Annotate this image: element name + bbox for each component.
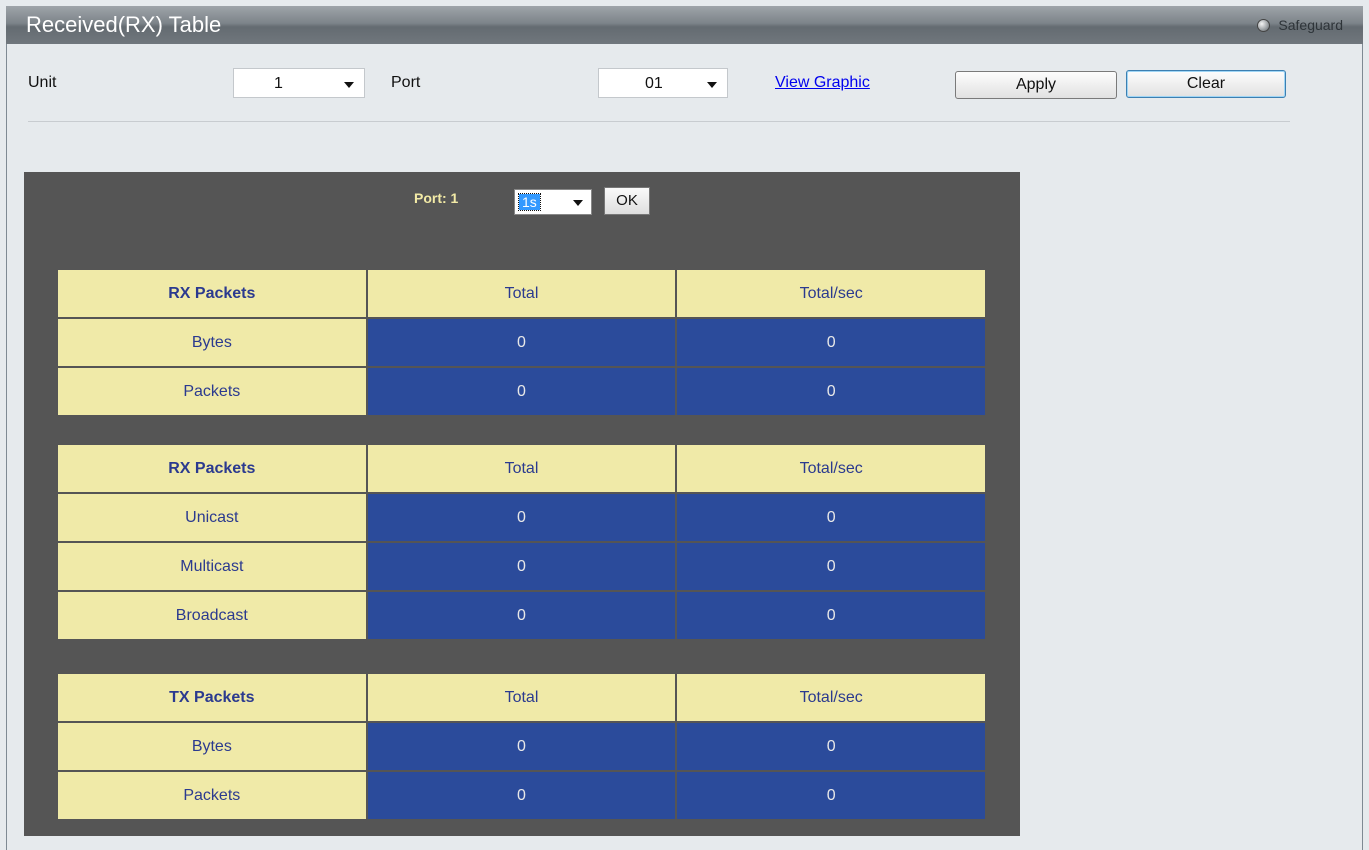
refresh-interval-select[interactable]: 1s	[514, 189, 592, 215]
chevron-down-icon	[344, 82, 354, 88]
tx-table: TX Packets Total Total/sec Bytes 0 0 Pac…	[56, 672, 987, 821]
page-title: Received(RX) Table	[26, 12, 222, 37]
per-sec-value: 0	[677, 543, 985, 590]
total-value: 0	[367, 772, 676, 819]
row-label: Unicast	[58, 494, 366, 541]
title-bar: Received(RX) Table Safeguard	[6, 6, 1363, 44]
column-header: Total	[367, 445, 676, 492]
table-header-row: RX Packets Total Total/sec	[58, 270, 985, 317]
table-row: Packets 0 0	[58, 772, 985, 819]
table-header-row: RX Packets Total Total/sec	[58, 445, 985, 492]
apply-button[interactable]: Apply	[955, 71, 1117, 99]
statistics-panel: Port: 1 1s OK RX Packets Total Total/sec…	[24, 172, 1020, 836]
table-header-row: TX Packets Total Total/sec	[58, 674, 985, 721]
table-row: Multicast 0 0	[58, 543, 985, 590]
row-label: Multicast	[58, 543, 366, 590]
status-dot-icon	[1257, 18, 1271, 32]
column-header: Total/sec	[677, 674, 985, 721]
total-value: 0	[367, 319, 676, 366]
unit-select[interactable]: 1	[233, 68, 365, 98]
port-select-value: 01	[645, 75, 663, 92]
row-label: Packets	[58, 368, 366, 415]
total-value: 0	[367, 592, 676, 639]
row-label: Bytes	[58, 319, 366, 366]
column-header: Total/sec	[677, 445, 985, 492]
row-label: Bytes	[58, 723, 366, 770]
column-header: TX Packets	[58, 674, 366, 721]
panel-port-label: Port: 1	[414, 190, 459, 206]
table-row: Bytes 0 0	[58, 723, 985, 770]
view-graphic-link[interactable]: View Graphic	[775, 74, 870, 92]
row-label: Broadcast	[58, 592, 366, 639]
port-label: Port	[391, 74, 421, 91]
refresh-interval-value: 1s	[518, 193, 541, 211]
table-row: Unicast 0 0	[58, 494, 985, 541]
column-header: Total	[367, 674, 676, 721]
column-header: RX Packets	[58, 270, 366, 317]
safeguard-indicator: Safeguard	[1257, 17, 1343, 33]
table-row: Bytes 0 0	[58, 319, 985, 366]
divider	[28, 121, 1290, 122]
unit-select-value: 1	[274, 75, 283, 92]
ok-button[interactable]: OK	[604, 187, 650, 215]
table-row: Broadcast 0 0	[58, 592, 985, 639]
per-sec-value: 0	[677, 592, 985, 639]
column-header: Total/sec	[677, 270, 985, 317]
per-sec-value: 0	[677, 772, 985, 819]
column-header: RX Packets	[58, 445, 366, 492]
rx-bytes-table: RX Packets Total Total/sec Bytes 0 0 Pac…	[56, 268, 987, 417]
clear-button[interactable]: Clear	[1126, 70, 1286, 98]
port-select[interactable]: 01	[598, 68, 728, 98]
per-sec-value: 0	[677, 368, 985, 415]
table-row: Packets 0 0	[58, 368, 985, 415]
per-sec-value: 0	[677, 723, 985, 770]
unit-label: Unit	[28, 74, 57, 91]
total-value: 0	[367, 494, 676, 541]
safeguard-label: Safeguard	[1278, 17, 1343, 33]
column-header: Total	[367, 270, 676, 317]
row-label: Packets	[58, 772, 366, 819]
total-value: 0	[367, 368, 676, 415]
chevron-down-icon	[573, 200, 583, 206]
per-sec-value: 0	[677, 319, 985, 366]
rx-cast-table: RX Packets Total Total/sec Unicast 0 0 M…	[56, 443, 987, 641]
chevron-down-icon	[707, 82, 717, 88]
total-value: 0	[367, 723, 676, 770]
total-value: 0	[367, 543, 676, 590]
per-sec-value: 0	[677, 494, 985, 541]
